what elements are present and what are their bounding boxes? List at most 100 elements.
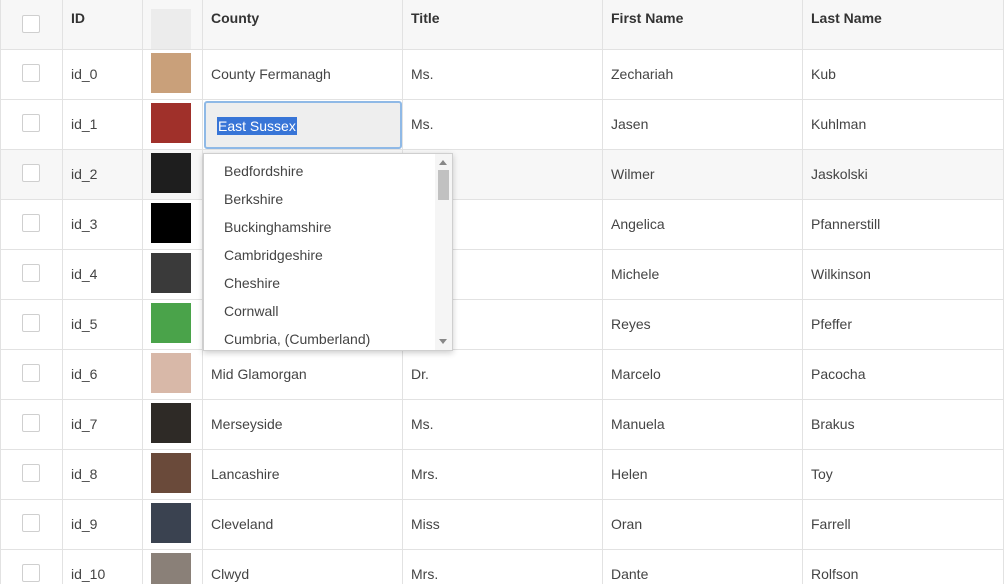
county-dropdown[interactable]: Bedfordshire Berkshire Buckinghamshire Camb…: [203, 153, 453, 351]
table-row[interactable]: id_0 County Fermanagh Ms. Zechariah Kub: [0, 50, 1004, 100]
checkbox-cell: [0, 200, 63, 249]
cell-last-name[interactable]: Brakus: [803, 400, 1004, 449]
cell-last-name[interactable]: Toy: [803, 450, 1004, 499]
row-checkbox[interactable]: [22, 264, 40, 282]
dropdown-option[interactable]: Berkshire: [224, 189, 283, 209]
checkbox-cell: [0, 150, 63, 199]
cell-county[interactable]: Merseyside: [203, 400, 403, 449]
cell-id[interactable]: id_0: [63, 50, 143, 99]
table-row[interactable]: id_9 Cleveland Miss Oran Farrell: [0, 500, 1004, 550]
avatar: [151, 553, 191, 584]
cell-title[interactable]: Mrs.: [403, 450, 603, 499]
dropdown-option[interactable]: Cambridgeshire: [224, 245, 323, 265]
avatar: [151, 253, 191, 293]
cell-id[interactable]: id_7: [63, 400, 143, 449]
cell-county[interactable]: County Fermanagh: [203, 50, 403, 99]
dropdown-option[interactable]: Buckinghamshire: [224, 217, 331, 237]
table-row[interactable]: id_2 Wilmer Jaskolski: [0, 150, 1004, 200]
cell-first-name[interactable]: Zechariah: [603, 50, 803, 99]
cell-last-name[interactable]: Kub: [803, 50, 1004, 99]
cell-first-name[interactable]: Wilmer: [603, 150, 803, 199]
cell-avatar: [143, 150, 203, 199]
header-last-name[interactable]: Last Name: [803, 0, 1004, 49]
cell-first-name[interactable]: Jasen: [603, 100, 803, 149]
scroll-thumb[interactable]: [438, 170, 449, 200]
dropdown-option[interactable]: Cumbria, (Cumberland): [224, 329, 370, 349]
county-editor-input[interactable]: East Sussex: [204, 101, 402, 149]
table-row[interactable]: id_4 Michele Wilkinson: [0, 250, 1004, 300]
cell-avatar: [143, 450, 203, 499]
cell-title[interactable]: Ms.: [403, 400, 603, 449]
cell-last-name[interactable]: Wilkinson: [803, 250, 1004, 299]
cell-first-name[interactable]: Angelica: [603, 200, 803, 249]
header-first-name[interactable]: First Name: [603, 0, 803, 49]
cell-id[interactable]: id_9: [63, 500, 143, 549]
cell-id[interactable]: id_4: [63, 250, 143, 299]
cell-first-name[interactable]: Manuela: [603, 400, 803, 449]
row-checkbox[interactable]: [22, 414, 40, 432]
cell-title[interactable]: Miss: [403, 500, 603, 549]
cell-id[interactable]: id_10: [63, 550, 143, 584]
select-all-cell: [0, 0, 63, 49]
selected-text: East Sussex: [217, 117, 297, 135]
select-all-checkbox[interactable]: [22, 15, 40, 33]
cell-county[interactable]: Lancashire: [203, 450, 403, 499]
cell-county[interactable]: Cleveland: [203, 500, 403, 549]
table-row[interactable]: id_10 Clwyd Mrs. Dante Rolfson: [0, 550, 1004, 584]
header-title[interactable]: Title: [403, 0, 603, 49]
dropdown-option[interactable]: Cornwall: [224, 301, 278, 321]
cell-last-name[interactable]: Pfeffer: [803, 300, 1004, 349]
table-row[interactable]: id_8 Lancashire Mrs. Helen Toy: [0, 450, 1004, 500]
dropdown-option[interactable]: Bedfordshire: [224, 161, 303, 181]
cell-id[interactable]: id_3: [63, 200, 143, 249]
table-row[interactable]: id_6 Mid Glamorgan Dr. Marcelo Pacocha: [0, 350, 1004, 400]
cell-first-name[interactable]: Marcelo: [603, 350, 803, 399]
row-checkbox[interactable]: [22, 164, 40, 182]
cell-county[interactable]: Clwyd: [203, 550, 403, 584]
avatar: [151, 453, 191, 493]
row-checkbox[interactable]: [22, 364, 40, 382]
dropdown-scrollbar[interactable]: [435, 154, 452, 350]
cell-first-name[interactable]: Helen: [603, 450, 803, 499]
header-id[interactable]: ID: [63, 0, 143, 49]
cell-avatar: [143, 300, 203, 349]
cell-first-name[interactable]: Dante: [603, 550, 803, 584]
data-grid: ID County Title First Name Last Name id_…: [0, 0, 1004, 584]
cell-title[interactable]: Mrs.: [403, 550, 603, 584]
cell-last-name[interactable]: Farrell: [803, 500, 1004, 549]
table-row[interactable]: id_1 East Sussex Ms.JasenKuhlman: [0, 100, 1004, 150]
cell-id[interactable]: id_8: [63, 450, 143, 499]
cell-first-name[interactable]: Michele: [603, 250, 803, 299]
cell-first-name[interactable]: Reyes: [603, 300, 803, 349]
scroll-down-arrow-icon[interactable]: [439, 339, 447, 344]
row-checkbox[interactable]: [22, 514, 40, 532]
row-checkbox[interactable]: [22, 214, 40, 232]
cell-first-name[interactable]: Oran: [603, 500, 803, 549]
row-checkbox[interactable]: [22, 64, 40, 82]
cell-id[interactable]: id_6: [63, 350, 143, 399]
cell-last-name[interactable]: Pfannerstill: [803, 200, 1004, 249]
row-checkbox[interactable]: [22, 314, 40, 332]
cell-avatar: [143, 100, 203, 149]
cell-last-name[interactable]: Kuhlman: [803, 100, 1004, 149]
cell-id[interactable]: id_5: [63, 300, 143, 349]
table-row[interactable]: id_7 Merseyside Ms. Manuela Brakus: [0, 400, 1004, 450]
cell-id[interactable]: id_2: [63, 150, 143, 199]
row-checkbox[interactable]: [22, 464, 40, 482]
table-row[interactable]: id_3 Angelica Pfannerstill: [0, 200, 1004, 250]
row-checkbox[interactable]: [22, 564, 40, 582]
cell-last-name[interactable]: Rolfson: [803, 550, 1004, 584]
cell-title[interactable]: Dr.: [403, 350, 603, 399]
cell-title[interactable]: Ms.: [403, 100, 603, 149]
scroll-up-arrow-icon[interactable]: [439, 160, 447, 165]
dropdown-option[interactable]: Cheshire: [224, 273, 280, 293]
cell-last-name[interactable]: Pacocha: [803, 350, 1004, 399]
table-row[interactable]: id_5 Reyes Pfeffer: [0, 300, 1004, 350]
cell-id[interactable]: id_1: [63, 100, 143, 149]
avatar: [151, 203, 191, 243]
row-checkbox[interactable]: [22, 114, 40, 132]
cell-last-name[interactable]: Jaskolski: [803, 150, 1004, 199]
cell-county[interactable]: Mid Glamorgan: [203, 350, 403, 399]
cell-title[interactable]: Ms.: [403, 50, 603, 99]
header-county[interactable]: County: [203, 0, 403, 49]
